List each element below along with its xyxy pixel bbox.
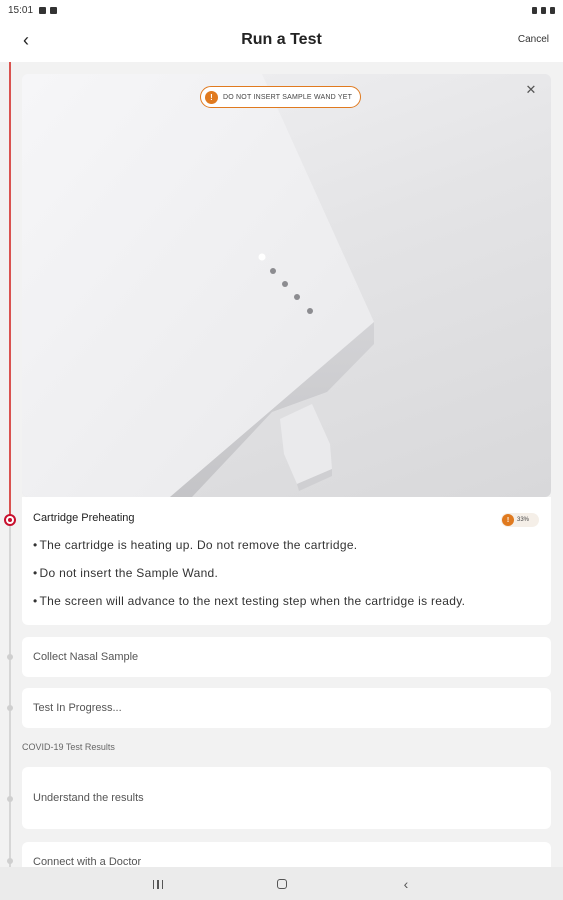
step-label: Test In Progress...: [33, 702, 122, 714]
instruction-item: The screen will advance to the next test…: [33, 594, 541, 608]
progress-percent: 33%: [517, 517, 530, 523]
warning-banner: ! DO NOT INSERT SAMPLE WAND YET: [200, 86, 362, 108]
mute-icon: [532, 6, 537, 14]
step-node: [7, 705, 13, 711]
progress-rail-completed: [9, 62, 11, 520]
progress-rail-pending: [9, 520, 11, 867]
instruction-item: Do not insert the Sample Wand.: [33, 566, 541, 580]
section-heading: COVID-19 Test Results: [22, 742, 115, 752]
current-step-card: Cartridge Preheating ! 33% The cartridge…: [22, 497, 551, 625]
step-test-in-progress[interactable]: Test In Progress...: [22, 688, 551, 728]
step-connect-doctor[interactable]: Connect with a Doctor: [22, 842, 551, 867]
instruction-item: The cartridge is heating up. Do not remo…: [33, 538, 541, 552]
notification-icon-2: [50, 6, 58, 14]
page-title: Run a Test: [241, 31, 322, 48]
step-title: Cartridge Preheating: [33, 512, 135, 524]
step-instructions: The cartridge is heating up. Do not remo…: [33, 538, 541, 608]
step-node: [7, 796, 13, 802]
notification-icon: [39, 6, 47, 14]
progress-badge: ! 33%: [501, 513, 539, 527]
recents-icon[interactable]: [150, 876, 166, 892]
battery-icon: [550, 6, 555, 14]
wifi-icon: [541, 6, 546, 14]
step-node-active: [4, 514, 16, 526]
cancel-button[interactable]: Cancel: [518, 34, 549, 45]
warning-text: DO NOT INSERT SAMPLE WAND YET: [223, 93, 353, 101]
warning-icon: !: [205, 90, 218, 104]
step-label: Connect with a Doctor: [33, 856, 142, 867]
progress-warning-icon: !: [502, 514, 514, 526]
app-bar: ‹ Run a Test Cancel: [0, 20, 563, 62]
step-collect-nasal-sample[interactable]: Collect Nasal Sample: [22, 637, 551, 677]
cartridge-illustration: ! DO NOT INSERT SAMPLE WAND YET ✕: [22, 74, 551, 497]
step-label: Collect Nasal Sample: [33, 651, 139, 663]
home-icon[interactable]: [274, 876, 290, 892]
status-icons: [532, 6, 555, 14]
system-back-icon[interactable]: ‹: [398, 876, 414, 892]
close-icon[interactable]: ✕: [523, 82, 539, 98]
test-steps-list[interactable]: ! DO NOT INSERT SAMPLE WAND YET ✕ Cartri…: [0, 62, 563, 867]
step-node: [7, 654, 13, 660]
system-nav-bar: ‹: [0, 867, 563, 900]
cartridge-device-image: [22, 74, 374, 497]
step-label: Understand the results: [33, 792, 144, 804]
step-understand-results[interactable]: Understand the results: [22, 767, 551, 829]
step-node: [7, 858, 13, 864]
status-bar: 15:01: [0, 0, 563, 20]
status-time: 15:01: [8, 4, 34, 16]
